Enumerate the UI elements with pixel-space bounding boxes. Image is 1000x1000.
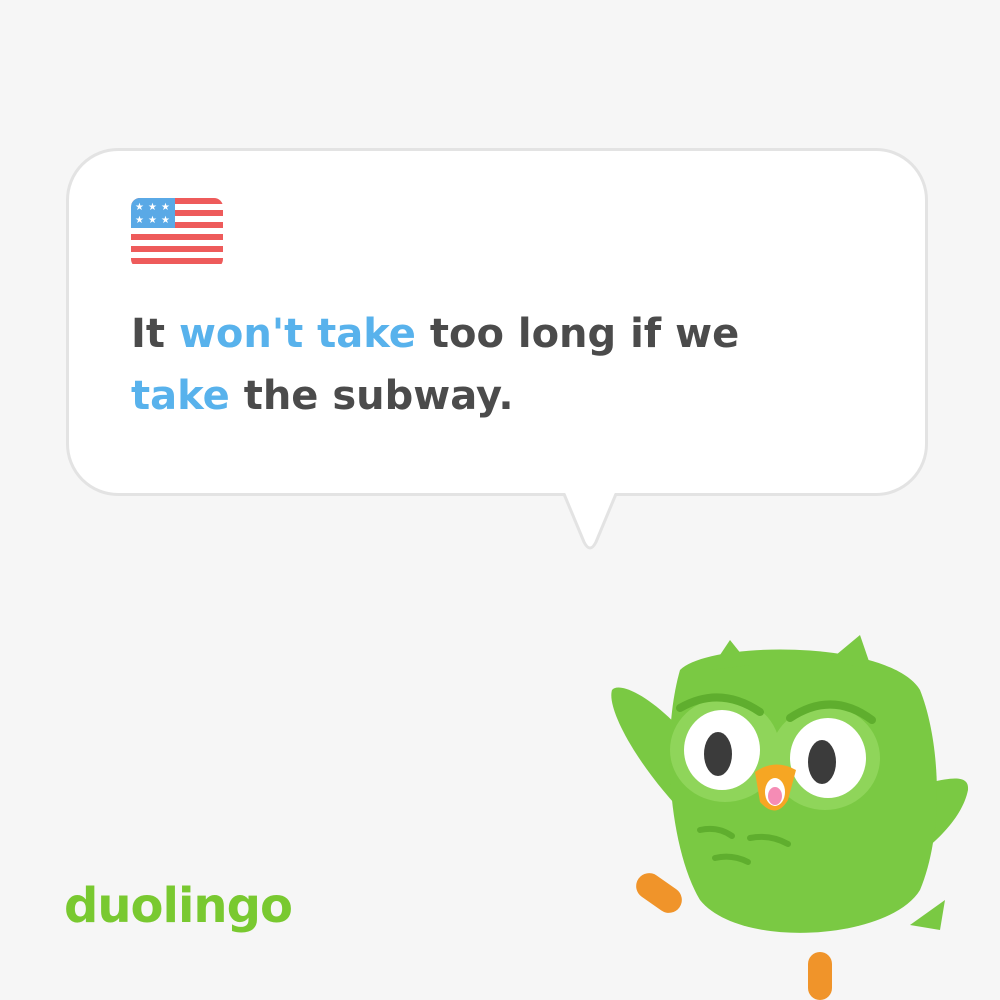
speech-bubble-tail bbox=[562, 490, 618, 550]
us-flag-icon: ★ ★ ★ ★ ★ ★ bbox=[131, 198, 223, 268]
svg-text:★: ★ bbox=[148, 202, 157, 213]
owl-mascot-icon bbox=[611, 635, 969, 1000]
svg-text:★: ★ bbox=[161, 215, 170, 226]
svg-text:★: ★ bbox=[148, 215, 157, 226]
duolingo-logo: duolingo bbox=[64, 878, 293, 934]
svg-text:★: ★ bbox=[135, 215, 144, 226]
example-sentence: It won't take too long if we take the su… bbox=[131, 303, 891, 427]
svg-text:★: ★ bbox=[161, 202, 170, 213]
sentence-part: It bbox=[131, 311, 179, 357]
sentence-part: the subway. bbox=[229, 373, 514, 419]
sentence-part: too long if we bbox=[415, 311, 740, 357]
highlighted-phrase: won't take bbox=[178, 311, 416, 357]
svg-text:★: ★ bbox=[135, 202, 144, 213]
highlighted-word: take bbox=[131, 373, 230, 419]
speech-bubble: ★ ★ ★ ★ ★ ★ It won't take too long if we tak… bbox=[66, 148, 928, 496]
